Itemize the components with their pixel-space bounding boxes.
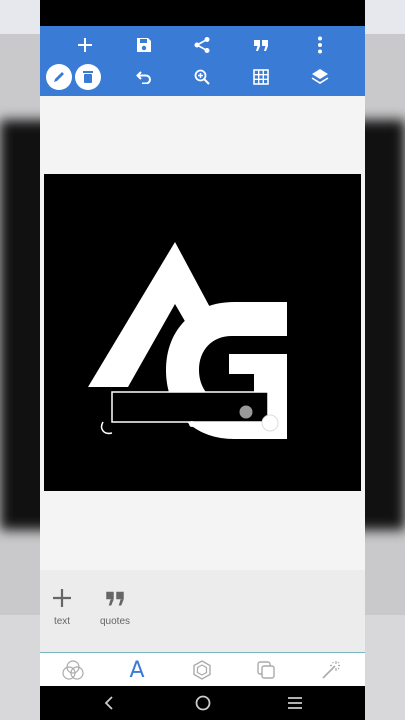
layers-copy-icon [257, 661, 275, 679]
status-bar [40, 0, 365, 26]
edit-icon [54, 72, 64, 82]
add-icon [78, 38, 92, 52]
blend-icon [62, 660, 84, 680]
quotes-tool-label: quotes [100, 616, 131, 627]
undo-icon [136, 71, 151, 84]
grid-button[interactable] [245, 63, 277, 91]
delete-button[interactable] [75, 64, 101, 90]
layers-button[interactable] [304, 63, 336, 91]
more-vert-icon [318, 36, 322, 54]
quotes-icon [106, 591, 124, 606]
zoom-in-icon [194, 69, 210, 85]
tab-blend[interactable] [58, 657, 88, 683]
quotes-tool[interactable]: quotes [100, 588, 130, 627]
ag-logo [88, 242, 287, 439]
text-tool[interactable]: text [52, 588, 72, 627]
more-options-button[interactable] [304, 31, 336, 59]
add-button[interactable] [69, 31, 101, 59]
nav-recents-button[interactable] [280, 691, 310, 715]
nav-back-button[interactable] [94, 691, 124, 715]
tab-text[interactable]: A [122, 657, 152, 683]
zoom-in-button[interactable] [186, 63, 218, 91]
undo-button[interactable] [128, 63, 160, 91]
recents-icon [288, 697, 302, 709]
add-text-icon [53, 589, 71, 607]
tool-panel: text quotes [40, 570, 365, 652]
text-tool-label: text [53, 616, 71, 627]
tab-shape[interactable] [187, 657, 217, 683]
top-toolbar [40, 26, 365, 96]
quote-button[interactable] [245, 31, 277, 59]
canvas-area [40, 96, 365, 570]
delete-icon [83, 71, 93, 83]
edit-button[interactable] [46, 64, 72, 90]
back-icon [104, 696, 113, 710]
artboard[interactable] [44, 174, 361, 491]
quote-icon [254, 40, 268, 51]
magic-wand-icon [322, 661, 340, 679]
tab-layers[interactable] [251, 657, 281, 683]
tab-effects[interactable] [316, 657, 346, 683]
nav-home-button[interactable] [188, 691, 218, 715]
app-screen: text quotes A [40, 0, 365, 720]
bottom-tab-bar: A [40, 652, 365, 687]
system-nav-bar [40, 686, 365, 720]
layers-icon [311, 69, 329, 84]
shape-icon [193, 660, 211, 680]
save-button[interactable] [128, 31, 160, 59]
text-tab-icon: A [129, 657, 145, 683]
share-button[interactable] [186, 31, 218, 59]
grid-icon [253, 69, 269, 85]
share-icon [194, 37, 210, 53]
save-icon [137, 38, 151, 52]
home-icon [195, 695, 211, 711]
